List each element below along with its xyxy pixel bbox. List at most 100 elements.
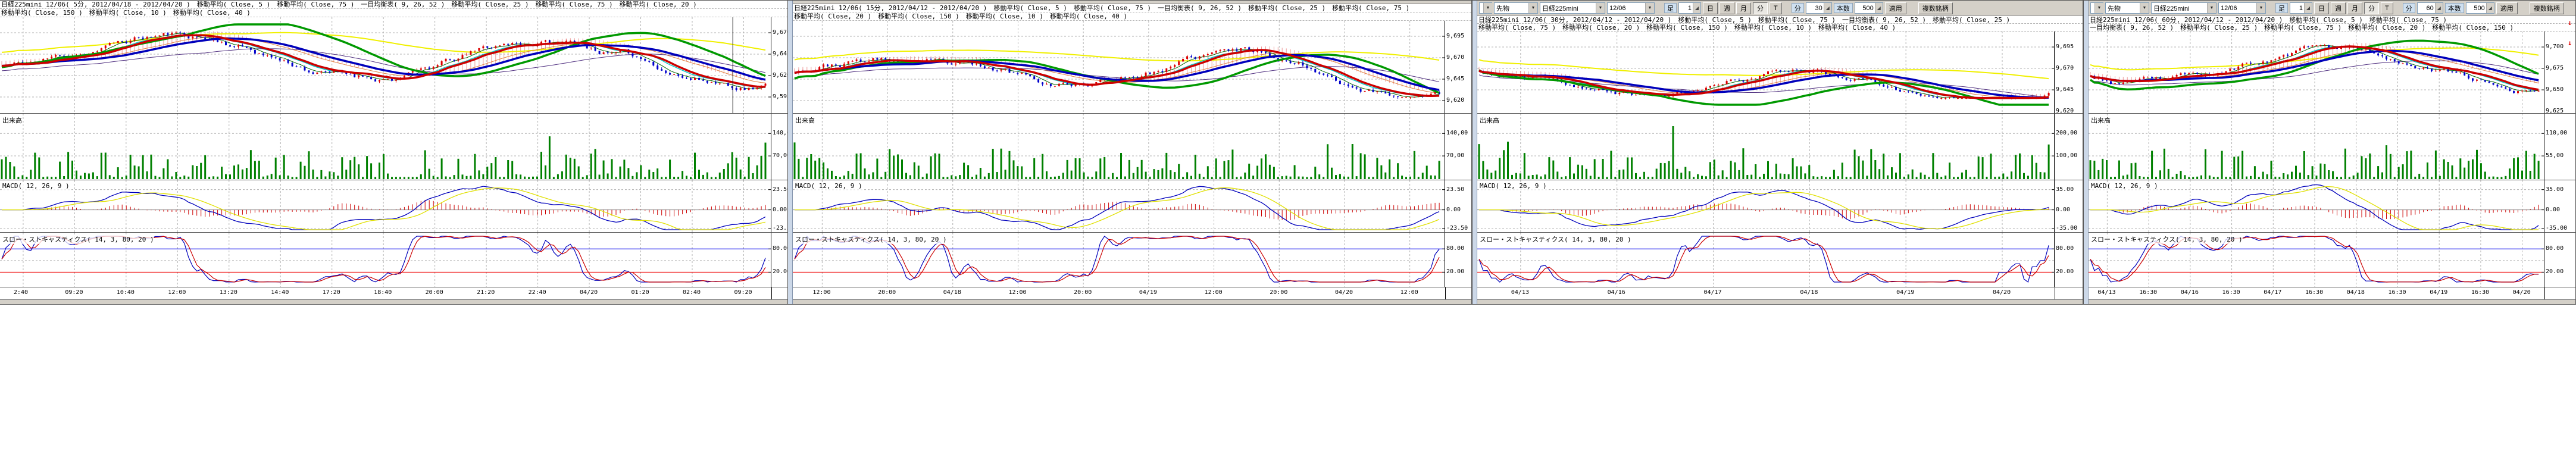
price-chart-axis: 9,6959,6709,6459,620 xyxy=(1446,21,1471,113)
volume-label: 出来高 xyxy=(795,115,815,125)
chevron-down-icon[interactable]: ▼ xyxy=(1645,3,1654,13)
period-month-button[interactable]: 月 xyxy=(2347,2,2362,14)
volume-chart[interactable] xyxy=(2089,114,2544,180)
contract-select-value: 12/06 xyxy=(1608,5,1645,12)
chevron-down-icon[interactable]: ▼ xyxy=(1483,3,1492,13)
bar-unit-spinner[interactable]: 1◢ xyxy=(2290,2,2312,14)
window-left-edge[interactable] xyxy=(1473,1,1477,304)
chart-title: 日経225mini 12/06( 60分, 2012/04/12 - 2012/… xyxy=(2089,16,2575,24)
volume-chart[interactable] xyxy=(0,114,771,180)
volume-chart[interactable] xyxy=(793,114,1445,180)
time-label: 04/13 xyxy=(2097,289,2115,296)
collapse-select[interactable]: ▼ xyxy=(1479,2,1492,14)
spinner-button-icon[interactable]: ◢ xyxy=(1824,3,1831,13)
volume-chart[interactable] xyxy=(1477,114,2055,180)
contract-select[interactable]: 12/06▼ xyxy=(1607,2,1655,14)
macd-chart[interactable] xyxy=(1477,180,2055,232)
axis-label: 100,00 xyxy=(2056,152,2077,159)
macd-label: MACD( 12, 26, 9 ) xyxy=(2,182,70,190)
period-tick-button[interactable]: T xyxy=(1770,2,1782,14)
spinner-button-icon[interactable]: ◢ xyxy=(1693,3,1700,13)
minutes-label: 分 xyxy=(1792,3,1804,13)
period-month-button[interactable]: 月 xyxy=(1736,2,1751,14)
axis-label: 9,675 xyxy=(2546,65,2564,72)
macd-label: MACD( 12, 26, 9 ) xyxy=(795,182,862,190)
market-select[interactable]: 先物▼ xyxy=(2105,2,2149,14)
axis-label: 9,645 xyxy=(2056,86,2074,93)
chart-legend: 移動平均( Close, 20 ) 移動平均( Close, 150 ) 移動平… xyxy=(793,12,1471,21)
volume-chart-axis: 110,0055,00 xyxy=(2545,114,2575,180)
chevron-down-icon[interactable]: ▼ xyxy=(2256,3,2265,13)
macd-chart[interactable] xyxy=(793,180,1445,232)
time-label: 09:20 xyxy=(734,289,752,296)
spinner-button-icon[interactable]: ◢ xyxy=(1875,3,1883,13)
price-chart[interactable] xyxy=(2089,32,2544,113)
symbol-select[interactable]: 日経225mini▼ xyxy=(1540,2,1605,14)
multi-symbol-button[interactable]: 複数銘柄 xyxy=(2530,2,2564,14)
minutes-spinner[interactable]: 30◢ xyxy=(1806,2,1832,14)
window-content: ▼先物▼日経225mini▼12/06▼足1◢日週月分T分30◢本数500◢適用… xyxy=(1477,1,2083,304)
axis-label: 0.00 xyxy=(2056,206,2070,214)
multi-symbol-button[interactable]: 複数銘柄 xyxy=(1918,2,1953,14)
spinner-button-icon[interactable]: ◢ xyxy=(2486,3,2494,13)
chevron-down-icon[interactable]: ▼ xyxy=(1528,3,1537,13)
time-label: 04/20 xyxy=(1335,289,1353,296)
contract-select[interactable]: 12/06▼ xyxy=(2218,2,2266,14)
market-select[interactable]: 先物▼ xyxy=(1494,2,1538,14)
volume-chart-axis: 200,00100,00 xyxy=(2055,114,2082,180)
period-week-button[interactable]: 週 xyxy=(2331,2,2346,14)
period-minute-button[interactable]: 分 xyxy=(1753,2,1768,14)
bar-type-label: 足 xyxy=(1664,3,1677,13)
bar-count-spinner[interactable]: 500◢ xyxy=(2466,2,2494,14)
time-label: 04/13 xyxy=(1511,289,1529,296)
stochastics-label: スロー・ストキャスティクス( 14, 3, 80, 20 ) xyxy=(2,234,154,244)
chevron-down-icon[interactable]: ▼ xyxy=(2094,3,2103,13)
bar-count-spinner[interactable]: 500◢ xyxy=(1855,2,1883,14)
chart-header: 日経225mini 12/06( 60分, 2012/04/12 - 2012/… xyxy=(2089,16,2575,32)
price-chart[interactable] xyxy=(1477,32,2055,113)
chart-header: 日経225mini 12/06( 5分, 2012/04/18 - 2012/0… xyxy=(0,1,791,17)
macd-chart[interactable] xyxy=(0,180,771,232)
apply-button[interactable]: 適用 xyxy=(2496,2,2518,14)
price-chart[interactable] xyxy=(793,21,1445,113)
spinner-button-icon[interactable]: ◢ xyxy=(2435,3,2443,13)
macd-label: MACD( 12, 26, 9 ) xyxy=(1480,182,1547,190)
time-label: 22:40 xyxy=(529,289,546,296)
chevron-down-icon[interactable]: ▼ xyxy=(1596,3,1605,13)
time-label: 04/18 xyxy=(2347,289,2365,296)
time-label: 04/20 xyxy=(1993,289,2011,296)
chart-window-4: ▼先物▼日経225mini▼12/06▼足1◢日週月分T分60◢本数500◢適用… xyxy=(2083,0,2576,305)
chevron-down-icon[interactable]: ▼ xyxy=(2207,3,2216,13)
minutes-spinner[interactable]: 60◢ xyxy=(2417,2,2443,14)
price-chart-section: 9,7009,6759,6509,625 xyxy=(2089,32,2575,114)
chart-header: 日経225mini 12/06( 30分, 2012/04/12 - 2012/… xyxy=(1477,16,2083,32)
chart-header: 日経225mini 12/06( 15分, 2012/04/12 - 2012/… xyxy=(793,4,1471,21)
axis-label: 20.00 xyxy=(1446,268,1464,276)
time-label: 04/19 xyxy=(2430,289,2447,296)
stochastics-chart-section: スロー・ストキャスティクス( 14, 3, 80, 20 )80.0020.00 xyxy=(2089,233,2575,287)
symbol-select[interactable]: 日経225mini▼ xyxy=(2151,2,2217,14)
collapse-select[interactable]: ▼ xyxy=(2090,2,2103,14)
chevron-down-icon[interactable]: ▼ xyxy=(2140,3,2149,13)
period-day-button[interactable]: 日 xyxy=(1703,2,1718,14)
time-axis: 04/1316:3004/1616:3004/1716:3004/1816:30… xyxy=(2089,287,2575,299)
price-down-arrow-icon[interactable]: ↓ xyxy=(2568,18,2575,27)
time-label: 10:40 xyxy=(117,289,135,296)
axis-label: -35.00 xyxy=(2056,225,2077,232)
period-week-button[interactable]: 週 xyxy=(1720,2,1734,14)
period-tick-button[interactable]: T xyxy=(2381,2,2393,14)
spinner-button-icon[interactable]: ◢ xyxy=(2304,3,2312,13)
bar-unit-spinner[interactable]: 1◢ xyxy=(1678,2,1701,14)
price-chart[interactable] xyxy=(0,17,771,113)
window-left-edge[interactable] xyxy=(2084,1,2089,304)
axis-label: 20.00 xyxy=(2056,268,2074,276)
window-bottom-edge xyxy=(793,299,1471,304)
time-label: 12:00 xyxy=(1400,289,1418,296)
price-chart-section: 9,6959,6709,6459,620 xyxy=(1477,32,2083,114)
period-day-button[interactable]: 日 xyxy=(2314,2,2329,14)
period-minute-button[interactable]: 分 xyxy=(2364,2,2379,14)
axis-label: 0.00 xyxy=(1446,206,1461,214)
price-down-arrow-icon[interactable]: ↓ xyxy=(2568,39,2575,47)
window-left-edge[interactable] xyxy=(788,1,793,304)
apply-button[interactable]: 適用 xyxy=(1885,2,1906,14)
